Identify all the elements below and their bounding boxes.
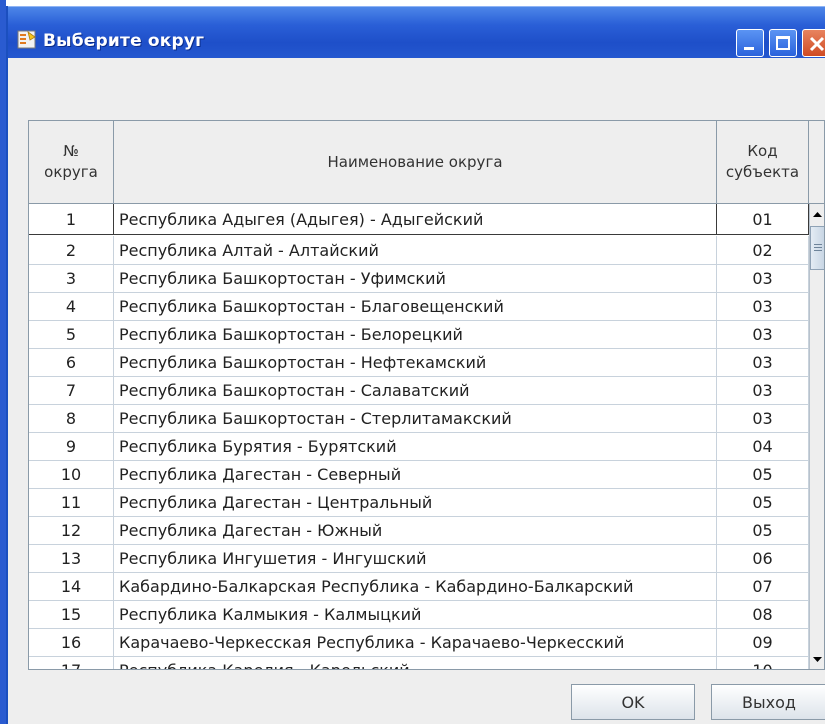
table-row[interactable]: 10 Республика Дагестан - Северный 05	[29, 460, 809, 489]
table-body: 1 Республика Адыгея (Адыгея) - Адыгейский…	[29, 204, 809, 669]
cell-code: 01	[717, 204, 809, 234]
cell-number: 8	[29, 404, 114, 432]
column-header-number-label: № округа	[44, 142, 98, 181]
table-row[interactable]: 11 Республика Дагестан - Центральный 05	[29, 488, 809, 517]
header-corner	[809, 121, 824, 203]
cell-code: 05	[717, 488, 809, 516]
column-header-number[interactable]: № округа	[29, 121, 114, 203]
cell-code: 05	[717, 516, 809, 544]
table-row[interactable]: 1 Республика Адыгея (Адыгея) - Адыгейский…	[29, 204, 809, 235]
window-title: Выберите округ	[43, 31, 205, 51]
dialog-window: Выберите округ № округа Наименование окр…	[6, 6, 825, 724]
cell-name: Республика Башкортостан - Салаватский	[114, 376, 717, 404]
scroll-down-arrow-icon[interactable]	[810, 649, 825, 670]
cell-number: 11	[29, 488, 114, 516]
table-row[interactable]: 9 Республика Бурятия - Бурятский 04	[29, 432, 809, 461]
cell-number: 9	[29, 432, 114, 460]
cell-code: 03	[717, 404, 809, 432]
cell-number: 4	[29, 292, 114, 320]
table-row[interactable]: 16 Карачаево-Черкесская Республика - Кара…	[29, 628, 809, 657]
cell-code: 10	[717, 656, 809, 669]
cell-code: 07	[717, 572, 809, 600]
cell-number: 1	[29, 204, 114, 234]
maximize-button[interactable]	[769, 29, 797, 57]
table-row[interactable]: 7 Республика Башкортостан - Салаватский 03	[29, 376, 809, 405]
ok-button[interactable]: OK	[571, 684, 695, 720]
cell-name: Республика Дагестан - Южный	[114, 516, 717, 544]
table-row[interactable]: 6 Республика Башкортостан - Нефтекамский 0…	[29, 348, 809, 377]
maximize-icon	[776, 36, 790, 50]
cell-code: 09	[717, 628, 809, 656]
cell-code: 03	[717, 348, 809, 376]
districts-table: № округа Наименование округа Код субъект…	[28, 120, 825, 670]
cell-name: Кабардино-Балкарская Республика - Кабард…	[114, 572, 717, 600]
cell-number: 17	[29, 656, 114, 669]
scroll-up-arrow-icon[interactable]	[810, 204, 825, 225]
table-row[interactable]: 2 Республика Алтай - Алтайский 02	[29, 236, 809, 265]
cell-code: 03	[717, 264, 809, 292]
minimize-button[interactable]	[736, 29, 764, 57]
cell-code: 03	[717, 292, 809, 320]
column-header-name[interactable]: Наименование округа	[114, 121, 717, 203]
cell-number: 10	[29, 460, 114, 488]
cell-name: Республика Бурятия - Бурятский	[114, 432, 717, 460]
table-row[interactable]: 15 Республика Калмыкия - Калмыцкий 08	[29, 600, 809, 629]
cell-number: 3	[29, 264, 114, 292]
cell-name: Республика Башкортостан - Благовещенский	[114, 292, 717, 320]
table-row[interactable]: 12 Республика Дагестан - Южный 05	[29, 516, 809, 545]
table-row[interactable]: 14 Кабардино-Балкарская Республика - Каба…	[29, 572, 809, 601]
cell-number: 12	[29, 516, 114, 544]
close-icon	[809, 36, 825, 52]
cell-number: 13	[29, 544, 114, 572]
cell-name: Республика Дагестан - Северный	[114, 460, 717, 488]
cell-name: Республика Адыгея (Адыгея) - Адыгейский	[114, 204, 717, 234]
vertical-scrollbar[interactable]	[809, 204, 825, 670]
table-row[interactable]: 5 Республика Башкортостан - Белорецкий 03	[29, 320, 809, 349]
cell-number: 15	[29, 600, 114, 628]
cell-code: 06	[717, 544, 809, 572]
cell-name: Республика Карелия - Карельский	[114, 656, 717, 669]
table-row[interactable]: 3 Республика Башкортостан - Уфимский 03	[29, 264, 809, 293]
cell-name: Республика Ингушетия - Ингушский	[114, 544, 717, 572]
exit-button[interactable]: Выход	[711, 684, 825, 720]
cell-code: 05	[717, 460, 809, 488]
cell-code: 08	[717, 600, 809, 628]
minimize-icon	[744, 47, 754, 50]
cell-name: Карачаево-Черкесская Республика - Карача…	[114, 628, 717, 656]
cell-number: 6	[29, 348, 114, 376]
table-header: № округа Наименование округа Код субъект…	[29, 121, 824, 204]
table-row[interactable]: 13 Республика Ингушетия - Ингушский 06	[29, 544, 809, 573]
app-icon	[17, 30, 36, 49]
cell-number: 2	[29, 236, 114, 264]
cell-name: Республика Башкортостан - Уфимский	[114, 264, 717, 292]
table-row[interactable]: 17 Республика Карелия - Карельский 10	[29, 656, 809, 669]
title-bar[interactable]: Выберите округ	[8, 6, 825, 58]
cell-number: 14	[29, 572, 114, 600]
column-header-code[interactable]: Код субъекта	[717, 121, 809, 203]
cell-number: 16	[29, 628, 114, 656]
scroll-thumb[interactable]	[810, 226, 824, 270]
cell-code: 03	[717, 376, 809, 404]
cell-name: Республика Башкортостан - Белорецкий	[114, 320, 717, 348]
cell-number: 5	[29, 320, 114, 348]
column-header-code-label: Код субъекта	[725, 142, 800, 181]
cell-code: 03	[717, 320, 809, 348]
cell-name: Республика Башкортостан - Стерлитамакски…	[114, 404, 717, 432]
column-header-name-label: Наименование округа	[327, 152, 503, 171]
table-row[interactable]: 4 Республика Башкортостан - Благовещенски…	[29, 292, 809, 321]
cell-code: 02	[717, 236, 809, 264]
cell-name: Республика Дагестан - Центральный	[114, 488, 717, 516]
table-row[interactable]: 8 Республика Башкортостан - Стерлитамакск…	[29, 404, 809, 433]
cell-code: 04	[717, 432, 809, 460]
cell-name: Республика Башкортостан - Нефтекамский	[114, 348, 717, 376]
close-button[interactable]	[802, 29, 825, 57]
cell-name: Республика Алтай - Алтайский	[114, 236, 717, 264]
cell-number: 7	[29, 376, 114, 404]
cell-name: Республика Калмыкия - Калмыцкий	[114, 600, 717, 628]
